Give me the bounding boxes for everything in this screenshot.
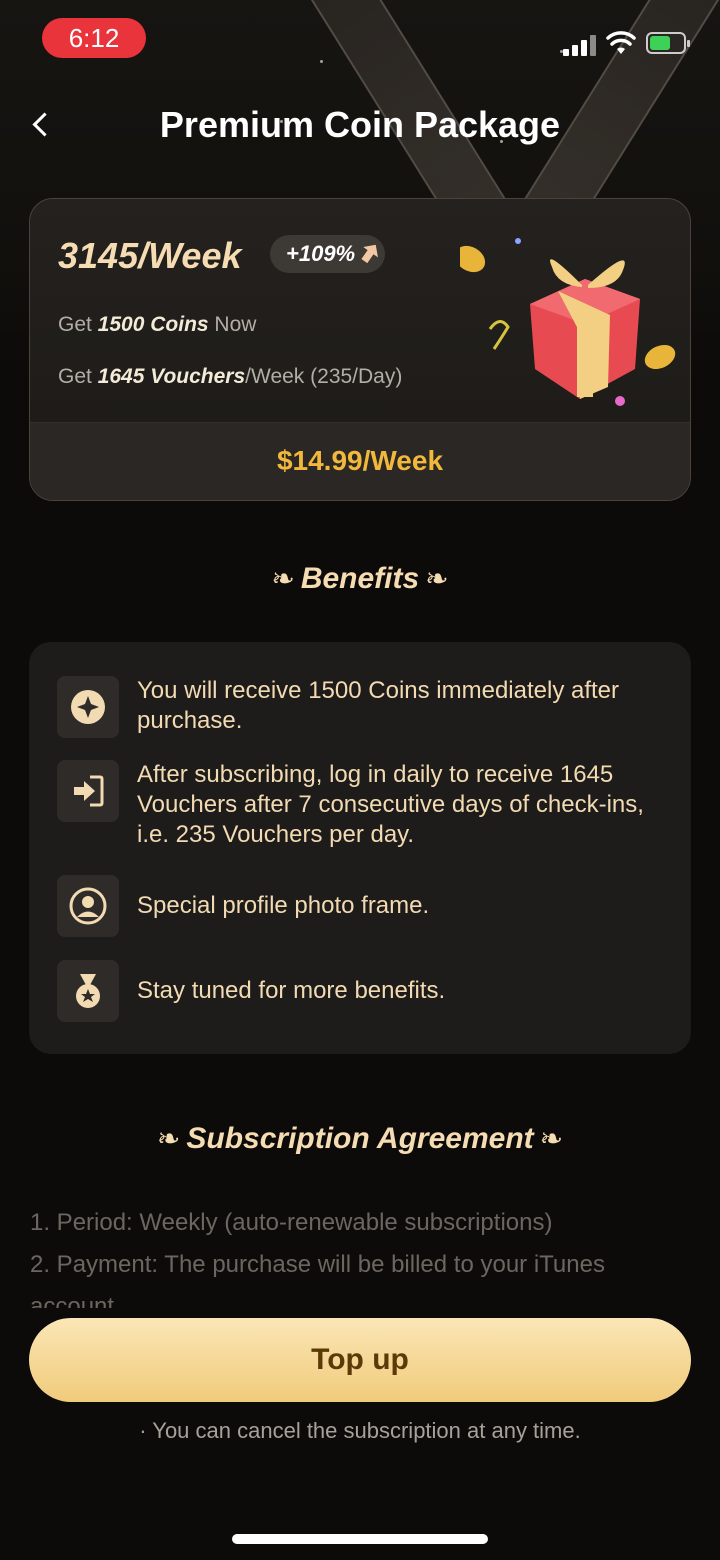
agreement-text: 1. Period: Weekly (auto-renewable subscr… — [30, 1202, 690, 1312]
laurel-right-icon: ❧ — [539, 1123, 564, 1154]
page-title: Premium Coin Package — [159, 104, 561, 145]
coins-suffix: Now — [208, 313, 257, 336]
status-bar: 6:12 — [0, 0, 720, 80]
cancel-note: · You can cancel the subscription at any… — [139, 1418, 581, 1443]
agreement-line: 2. Payment: The purchase will be billed … — [30, 1251, 605, 1312]
coin-star-icon — [57, 676, 119, 738]
vouchers-prefix: Get — [58, 365, 98, 388]
vouchers-line: Get 1645 Vouchers/Week (235/Day) — [58, 365, 402, 389]
signal-icon — [563, 34, 599, 56]
login-arrow-icon — [57, 760, 119, 822]
arrow-up-icon — [357, 240, 383, 267]
price-label: $14.99/Week — [30, 422, 690, 500]
package-card[interactable]: 3145/Week +109% Get 1500 Coins Now Get 1… — [29, 198, 691, 501]
wifi-icon — [606, 31, 636, 54]
benefit-text: You will receive 1500 Coins immediately … — [137, 677, 620, 734]
agreement-title: ❧ Subscription Agreement ❧ — [0, 1122, 720, 1156]
gift-icon — [460, 238, 676, 406]
benefit-text: Stay tuned for more benefits. — [137, 977, 446, 1004]
topup-button[interactable]: Top up — [29, 1318, 691, 1402]
coins-prefix: Get — [58, 313, 98, 336]
bonus-badge: +109% — [270, 235, 386, 273]
benefit-text: After subscribing, log in daily to recei… — [137, 761, 644, 848]
coins-line: Get 1500 Coins Now — [58, 313, 256, 337]
benefits-card: You will receive 1500 Coins immediately … — [29, 642, 691, 1054]
battery-icon — [646, 32, 690, 54]
benefits-title-text: Benefits — [300, 562, 420, 595]
medal-icon — [57, 960, 119, 1022]
laurel-left-icon: ❧ — [271, 563, 295, 594]
agreement-title-text: Subscription Agreement — [186, 1122, 534, 1155]
profile-frame-icon — [57, 875, 119, 937]
home-indicator[interactable] — [232, 1534, 488, 1544]
laurel-right-icon: ❧ — [425, 563, 449, 594]
benefit-text: Special profile photo frame. — [137, 892, 430, 919]
benefits-title: ❧ Benefits ❧ — [0, 562, 720, 596]
agreement-line: 1. Period: Weekly (auto-renewable subscr… — [30, 1209, 553, 1236]
weekly-amount: 3145/Week — [58, 235, 242, 276]
vouchers-amount: 1645 Vouchers — [97, 365, 246, 388]
laurel-left-icon: ❧ — [156, 1123, 181, 1154]
bottom-bar: Top up · You can cancel the subscription… — [0, 1308, 720, 1560]
vouchers-suffix: /Week (235/Day) — [245, 365, 403, 388]
status-time: 6:12 — [42, 18, 146, 58]
bonus-badge-label: +109% — [286, 241, 356, 266]
coins-amount: 1500 Coins — [97, 313, 209, 336]
